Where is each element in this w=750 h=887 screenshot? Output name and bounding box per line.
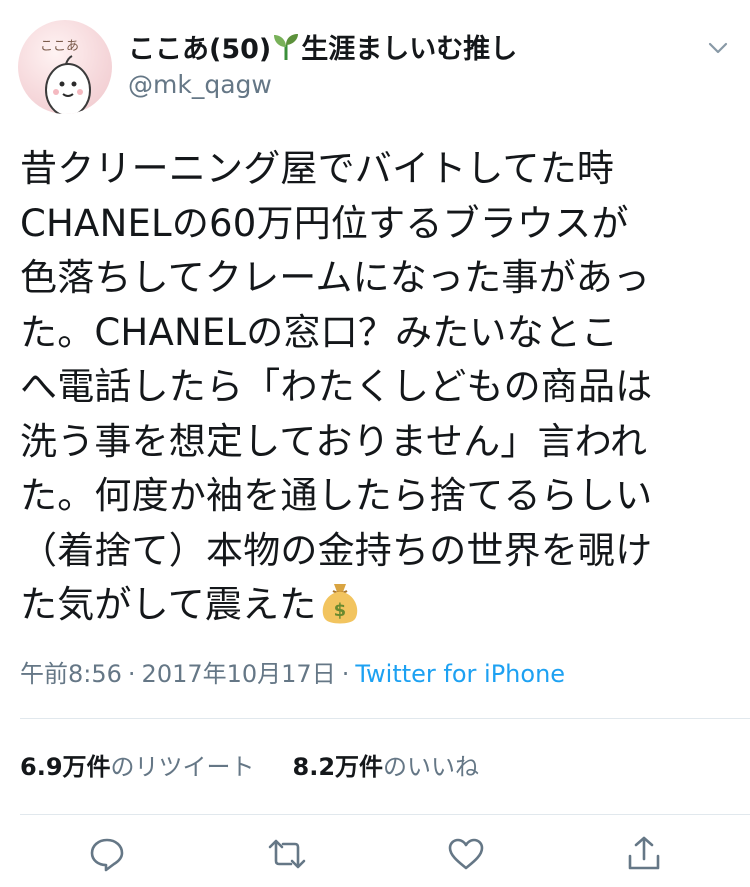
share-icon (628, 836, 660, 870)
heart-icon (448, 838, 484, 870)
money-bag-icon: $ (317, 578, 363, 626)
retweet-icon (268, 839, 306, 869)
tweet-text-line: 色落ちしてクレームになった事があっ (20, 256, 651, 299)
tweet-text-line: （着捨て）本物の金持ちの世界を覗け (20, 528, 653, 572)
tweet-text: 昔クリーニング屋でバイトしてた時 CHANELの60万円位するブラウスが 色落ち… (20, 142, 732, 633)
tweet-text-line: た気がして震えた (20, 583, 317, 626)
tweet-text-line: CHANELの60万円位するブラウスが (20, 201, 629, 245)
tweet-stats: 6.9万件のリツイート 8.2万件のいいね (20, 747, 517, 782)
tweet-date[interactable]: 2017年10月17日 (142, 660, 336, 688)
display-name[interactable]: ここあ(50) (128, 27, 271, 66)
avatar-illustration: ここあ (40, 39, 91, 114)
tweet-detail: ここあ ここあ(50) 生涯ましいむ推し @mk_qagw 昔クリーニング屋でバ… (0, 0, 750, 887)
tweet-source-link[interactable]: Twitter for iPhone (355, 660, 565, 688)
like-count: 8.2万件 (292, 753, 384, 781)
avatar-signature: ここあ (40, 39, 79, 54)
retweet-count: 6.9万件 (20, 753, 111, 781)
meta-separator: · (127, 660, 136, 688)
meta-separator: · (341, 660, 350, 688)
tweet-text-line: 洗う事を想定しておりません」言われ (20, 419, 648, 463)
tweet-text-line: た。何度か袖を通したら捨てるらしい (20, 474, 653, 517)
tweet-text-line: た。CHANELの窓口？みたいなとこ (20, 310, 619, 354)
reply-button[interactable] (87, 834, 127, 874)
avatar[interactable]: ここあ (18, 20, 112, 114)
divider (20, 814, 750, 815)
share-button[interactable] (624, 834, 664, 874)
tweet-time[interactable]: 午前8:56 (20, 660, 122, 688)
like-button[interactable] (446, 834, 486, 874)
like-count-link[interactable]: 8.2万件のいいね (293, 747, 480, 782)
retweet-label: のリツイート (110, 753, 255, 781)
tweet-meta: 午前8:56 · 2017年10月17日 · Twitter for iPhone (20, 654, 565, 689)
tweet-actions (0, 834, 750, 882)
retweet-count-link[interactable]: 6.9万件のリツイート (20, 747, 255, 782)
user-handle[interactable]: @mk_qagw (128, 70, 272, 99)
tweet-text-line: へ電話したら「わたくしどもの商品は (20, 365, 653, 408)
chevron-down-icon[interactable] (706, 36, 730, 60)
retweet-button[interactable] (267, 834, 307, 874)
svg-text:$: $ (333, 600, 346, 621)
reply-icon (90, 838, 124, 872)
tweet-text-last-line: た気がして震えた $ (20, 578, 732, 633)
like-label: のいいね (383, 753, 480, 781)
divider (20, 718, 750, 719)
display-name-row[interactable]: ここあ(50) 生涯ましいむ推し (128, 26, 517, 66)
display-name-suffix[interactable]: 生涯ましいむ推し (301, 27, 517, 66)
seedling-icon (272, 31, 300, 61)
tweet-text-line: 昔クリーニング屋でバイトしてた時 (20, 147, 615, 190)
